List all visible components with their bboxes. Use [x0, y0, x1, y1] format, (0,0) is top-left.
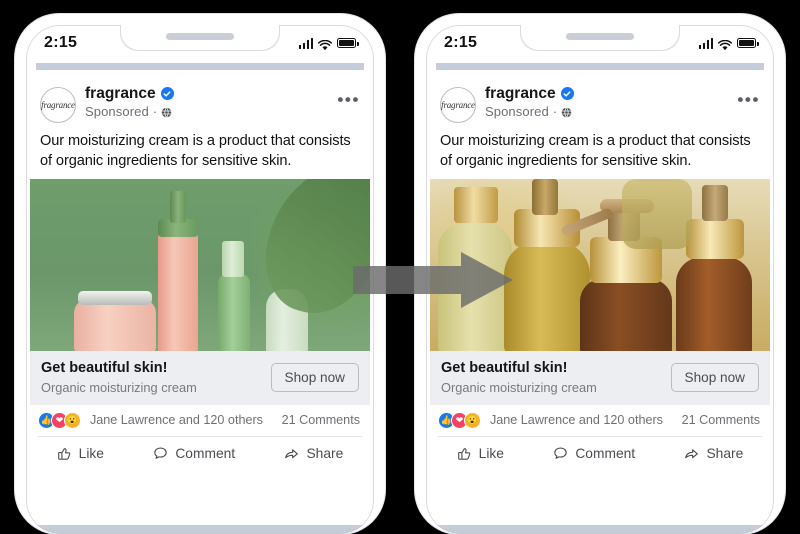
- ad-creative-image[interactable]: [30, 179, 370, 352]
- thumbs-up-icon: [457, 446, 472, 461]
- sponsored-label: Sponsored: [85, 103, 149, 119]
- subline-separator: ·: [152, 103, 158, 119]
- thumbs-up-icon: [57, 446, 72, 461]
- status-clock: 2:15: [44, 34, 78, 51]
- ad-description: Organic moisturizing cream: [41, 379, 197, 395]
- reaction-bar: 👍 ❤ 😮 Jane Lawrence and 120 others 21 Co…: [26, 405, 374, 436]
- phone-mockup-right: 2:15 fragrance fragrance Sponsored · •••…: [415, 14, 785, 534]
- reaction-summary[interactable]: 👍 ❤ 😮 Jane Lawrence and 120 others: [438, 411, 663, 429]
- reaction-icons: 👍 ❤ 😮: [38, 411, 81, 429]
- comment-count[interactable]: 21 Comments: [682, 413, 760, 427]
- comment-button[interactable]: Comment: [153, 446, 235, 461]
- comment-button[interactable]: Comment: [553, 446, 635, 461]
- ad-text-group: Get beautiful skin! Organic moisturizing…: [41, 360, 197, 394]
- reaction-wow-icon: 😮: [64, 411, 81, 429]
- brand-line: fragrance: [85, 85, 337, 103]
- page-title[interactable]: fragrance: [485, 85, 556, 103]
- share-arrow-icon: [284, 446, 299, 461]
- comment-bubble-icon: [153, 446, 168, 461]
- status-icon-group: [298, 37, 359, 50]
- verified-badge-icon: [560, 87, 574, 101]
- globe-icon: [561, 106, 572, 118]
- feed-post: fragrance fragrance Sponsored · ••• Our …: [26, 77, 374, 534]
- ad-headline: Get beautiful skin!: [441, 360, 568, 377]
- feed-post: fragrance fragrance Sponsored · ••• Our …: [426, 77, 774, 534]
- signal-bars-icon: [698, 37, 713, 49]
- post-header-text: fragrance Sponsored ·: [85, 85, 337, 119]
- share-button[interactable]: Share: [284, 446, 343, 461]
- reaction-bar: 👍 ❤ 😮 Jane Lawrence and 120 others 21 Co…: [426, 405, 774, 436]
- post-caption: Our moisturizing cream is a product that…: [40, 133, 351, 169]
- signal-bars-icon: [298, 37, 313, 49]
- like-label: Like: [78, 445, 104, 461]
- comment-label: Comment: [575, 445, 636, 461]
- post-header: fragrance fragrance Sponsored · •••: [26, 77, 374, 123]
- app-bottom-bar: [436, 525, 764, 534]
- more-options-icon[interactable]: •••: [737, 85, 760, 108]
- phone-mockup-left: 2:15 fragrance fragrance Sponsored · •••…: [15, 14, 385, 534]
- phone-speaker-icon: [566, 33, 634, 40]
- post-header: fragrance fragrance Sponsored · •••: [426, 77, 774, 123]
- like-button[interactable]: Like: [57, 446, 104, 461]
- ad-footer: Get beautiful skin! Organic moisturizing…: [30, 351, 370, 405]
- ad-creative-image[interactable]: [430, 179, 770, 352]
- comment-label: Comment: [175, 445, 236, 461]
- status-icon-group: [698, 37, 759, 50]
- subline-separator: ·: [552, 103, 558, 119]
- share-label: Share: [706, 445, 744, 461]
- action-bar: Like Comment Share: [26, 437, 374, 470]
- app-top-bar: [36, 63, 364, 70]
- reaction-wow-icon: 😮: [464, 411, 481, 429]
- post-subline: Sponsored ·: [485, 104, 737, 119]
- brand-line: fragrance: [485, 85, 737, 103]
- app-top-bar: [436, 63, 764, 70]
- phone-speaker-icon: [166, 33, 234, 40]
- globe-icon: [161, 106, 172, 118]
- more-options-icon[interactable]: •••: [337, 85, 360, 108]
- phone-screen-left: 2:15 fragrance fragrance Sponsored · •••…: [26, 25, 374, 534]
- app-bottom-bar: [36, 525, 364, 534]
- reaction-names: Jane Lawrence and 120 others: [90, 413, 263, 428]
- ad-headline: Get beautiful skin!: [41, 360, 168, 377]
- post-header-text: fragrance Sponsored ·: [485, 85, 737, 119]
- avatar[interactable]: fragrance: [40, 87, 76, 123]
- avatar[interactable]: fragrance: [440, 87, 476, 123]
- comment-count[interactable]: 21 Comments: [282, 413, 360, 427]
- reaction-icons: 👍 ❤ 😮: [438, 411, 481, 429]
- avatar-label: fragrance: [441, 100, 475, 110]
- share-label: Share: [306, 445, 344, 461]
- ad-footer: Get beautiful skin! Organic moisturizing…: [430, 351, 770, 405]
- post-caption: Our moisturizing cream is a product that…: [440, 133, 751, 169]
- post-subline: Sponsored ·: [85, 104, 337, 119]
- shop-now-button[interactable]: Shop now: [670, 363, 759, 393]
- ad-text-group: Get beautiful skin! Organic moisturizing…: [441, 360, 597, 394]
- like-button[interactable]: Like: [457, 446, 504, 461]
- action-bar: Like Comment Share: [426, 437, 774, 470]
- comment-bubble-icon: [553, 446, 568, 461]
- wifi-icon: [717, 38, 733, 50]
- verified-badge-icon: [160, 87, 174, 101]
- reaction-names: Jane Lawrence and 120 others: [490, 413, 663, 428]
- avatar-label: fragrance: [41, 100, 75, 110]
- wifi-icon: [317, 38, 333, 50]
- status-clock: 2:15: [444, 34, 478, 51]
- shop-now-button[interactable]: Shop now: [270, 363, 359, 393]
- battery-icon: [737, 38, 759, 48]
- phone-screen-right: 2:15 fragrance fragrance Sponsored · •••…: [426, 25, 774, 534]
- share-arrow-icon: [684, 446, 699, 461]
- page-title[interactable]: fragrance: [85, 85, 156, 103]
- comparison-stage: 2:15 fragrance fragrance Sponsored · •••…: [0, 0, 800, 534]
- reaction-summary[interactable]: 👍 ❤ 😮 Jane Lawrence and 120 others: [38, 411, 263, 429]
- ad-description: Organic moisturizing cream: [441, 379, 597, 395]
- battery-icon: [337, 38, 359, 48]
- sponsored-label: Sponsored: [485, 103, 549, 119]
- share-button[interactable]: Share: [684, 446, 743, 461]
- like-label: Like: [478, 445, 504, 461]
